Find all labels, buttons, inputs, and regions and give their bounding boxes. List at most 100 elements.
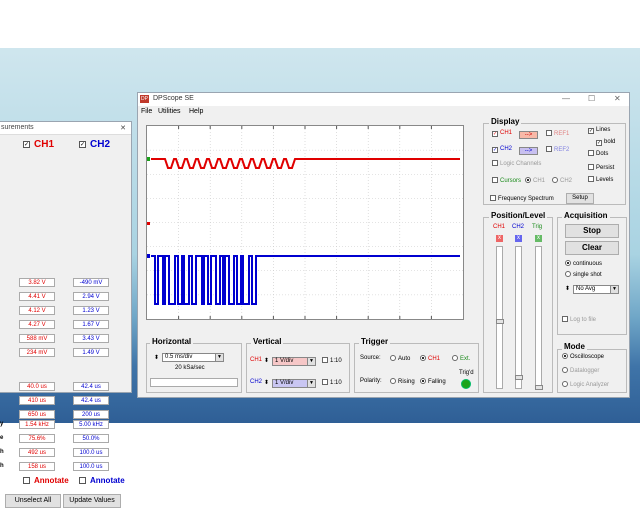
ch2-header[interactable]: ✓ CH2: [79, 139, 110, 150]
trigger-source-label: Source:: [360, 355, 381, 361]
pos-ch1-label: CH1: [493, 224, 506, 230]
vertical-ch1-label: CH1: [250, 357, 263, 363]
continuous-radio[interactable]: continuous: [565, 260, 602, 267]
maximize-button[interactable]: ☐: [588, 94, 595, 103]
ch1-measurement-value: 1.54 kHz: [19, 420, 55, 429]
timebase-spinner[interactable]: ⬍: [154, 354, 159, 361]
ch1-annotate-checkbox[interactable]: Annotate: [23, 476, 69, 485]
frequency-spectrum-label: Frequency Spectrum: [498, 196, 554, 202]
ch2-level-marker: [147, 254, 150, 258]
ch1-scale-select[interactable]: 1 V/div ▼: [272, 357, 316, 366]
pos-trig-label: Trig: [532, 224, 543, 230]
bold-checkbox[interactable]: ✓ bold: [596, 139, 615, 146]
ch1-color-button[interactable]: -->: [519, 131, 538, 139]
clear-button[interactable]: Clear: [565, 241, 619, 255]
minimize-button[interactable]: —: [562, 94, 570, 103]
menu-utilities[interactable]: Utilities: [158, 108, 181, 115]
ch1-measurement-value: 234 mV: [19, 348, 55, 357]
ch1-measurement-value: 410 us: [19, 396, 55, 405]
close-icon[interactable]: ✕: [120, 124, 126, 132]
ch1-header[interactable]: ✓ CH1: [23, 139, 54, 150]
timebase-select[interactable]: 0.5 ms/div ▼: [162, 353, 224, 362]
trigger-rising-label: Rising: [398, 379, 415, 385]
trigger-falling-radio[interactable]: Falling: [420, 378, 446, 385]
ch2-reset-button[interactable]: x: [515, 235, 522, 242]
trig-slider-thumb[interactable]: [535, 385, 543, 390]
lines-checkbox[interactable]: ✓ Lines: [588, 127, 610, 134]
menu-help[interactable]: Help: [189, 108, 203, 115]
avg-spinner[interactable]: ⬍: [565, 285, 570, 292]
frequency-spectrum-checkbox[interactable]: Frequency Spectrum: [490, 195, 554, 202]
timebase-value: 0.5 ms/div: [165, 354, 193, 360]
ch2-scale-value: 1 V/div: [275, 380, 294, 386]
ref2-checkbox[interactable]: REF2: [546, 146, 569, 153]
ch1-header-label: CH1: [34, 139, 55, 150]
display-ch2-checkbox[interactable]: ✓ CH2: [492, 146, 512, 153]
ch1-measurement-value: 75.6%: [19, 434, 55, 443]
logic-channels-checkbox[interactable]: Logic Channels: [492, 160, 541, 167]
ch2-measurement-value: 50.0%: [73, 434, 109, 443]
dpscope-titlebar: DP DPScope SE — ☐ ✕: [138, 93, 629, 106]
stop-button[interactable]: Stop: [565, 224, 619, 238]
ch1-measurement-value: 40.0 us: [19, 382, 55, 391]
display-ch1-checkbox[interactable]: ✓ CH1: [492, 130, 512, 137]
single-shot-radio[interactable]: single shot: [565, 271, 602, 278]
ch1-x10-checkbox[interactable]: 1:10: [322, 357, 342, 364]
ch2-x10-checkbox[interactable]: 1:10: [322, 379, 342, 386]
levels-checkbox[interactable]: Levels: [588, 176, 613, 183]
vertical-title: Vertical: [251, 337, 284, 346]
averaging-select[interactable]: No Avg ▼: [573, 285, 619, 294]
ch2-slider-thumb[interactable]: [515, 375, 523, 380]
ch2-position-slider[interactable]: [515, 246, 523, 389]
mode-title: Mode: [562, 342, 587, 351]
horizontal-scrollbar[interactable]: [150, 378, 238, 387]
ch2-annotate-checkbox[interactable]: Annotate: [79, 476, 125, 485]
oscilloscope-radio[interactable]: Oscilloscope: [562, 353, 604, 360]
log-to-file-checkbox[interactable]: Log to file: [562, 316, 596, 323]
ch1-scale-spinner[interactable]: ⬍: [264, 357, 269, 364]
update-values-button[interactable]: Update Values: [63, 494, 121, 508]
cursor-ch2-label: CH2: [560, 178, 573, 184]
menu-file[interactable]: File: [141, 108, 152, 115]
dpscope-window: DP DPScope SE — ☐ ✕ File Utilities Help …: [137, 92, 630, 398]
cursors-checkbox[interactable]: Cursors: [492, 177, 521, 184]
datalogger-radio[interactable]: Datalogger: [562, 367, 599, 374]
trigger-polarity-label: Polarity:: [360, 378, 382, 384]
cursor-ch1-radio[interactable]: CH1: [525, 177, 545, 184]
ch1-slider-thumb[interactable]: [496, 319, 504, 324]
ch2-scale-spinner[interactable]: ⬍: [264, 379, 269, 386]
ch2-color-button[interactable]: -->: [519, 147, 538, 155]
ch2-scale-select[interactable]: 1 V/div ▼: [272, 379, 316, 388]
unselect-all-button[interactable]: Unselect All: [5, 494, 61, 508]
triggered-led: [461, 379, 471, 389]
trigger-auto-label: Auto: [398, 356, 411, 362]
cursor-ch2-radio[interactable]: CH2: [552, 177, 572, 184]
trigger-auto-radio[interactable]: Auto: [390, 355, 410, 362]
trig-reset-button[interactable]: x: [535, 235, 542, 242]
ch1-measurement-value: 158 us: [19, 462, 55, 471]
close-button[interactable]: ✕: [614, 94, 621, 103]
dots-checkbox[interactable]: Dots: [588, 150, 608, 157]
cursor-ch1-label: CH1: [533, 178, 546, 184]
trigger-falling-label: Falling: [428, 379, 446, 385]
measurements-titlebar: surements ✕: [0, 122, 131, 135]
measurement-row-label: h: [0, 463, 4, 469]
menu-bar: File Utilities Help: [138, 107, 629, 117]
scope-display[interactable]: [146, 125, 464, 320]
ch1-reset-button[interactable]: x: [496, 235, 503, 242]
trig-level-slider[interactable]: [535, 246, 543, 390]
ch1-position-slider[interactable]: [496, 246, 504, 389]
chevron-down-icon: ▼: [307, 380, 315, 387]
ch2-measurement-value: 200 us: [73, 410, 109, 419]
measurement-row-label: h: [0, 449, 4, 455]
persist-checkbox[interactable]: Persist: [588, 164, 614, 171]
trigger-rising-radio[interactable]: Rising: [390, 378, 415, 385]
trigger-ext-radio[interactable]: Ext.: [452, 355, 470, 362]
logic-analyzer-radio[interactable]: Logic Analyzer: [562, 381, 609, 388]
trigger-ch1-radio[interactable]: CH1: [420, 355, 440, 362]
ref1-checkbox[interactable]: REF1: [546, 130, 569, 137]
ch2-measurement-value: 1.67 V: [73, 320, 109, 329]
ch2-measurement-value: -490 mV: [73, 278, 109, 287]
logic-channels-label: Logic Channels: [500, 161, 542, 167]
setup-button[interactable]: Setup: [566, 193, 594, 204]
